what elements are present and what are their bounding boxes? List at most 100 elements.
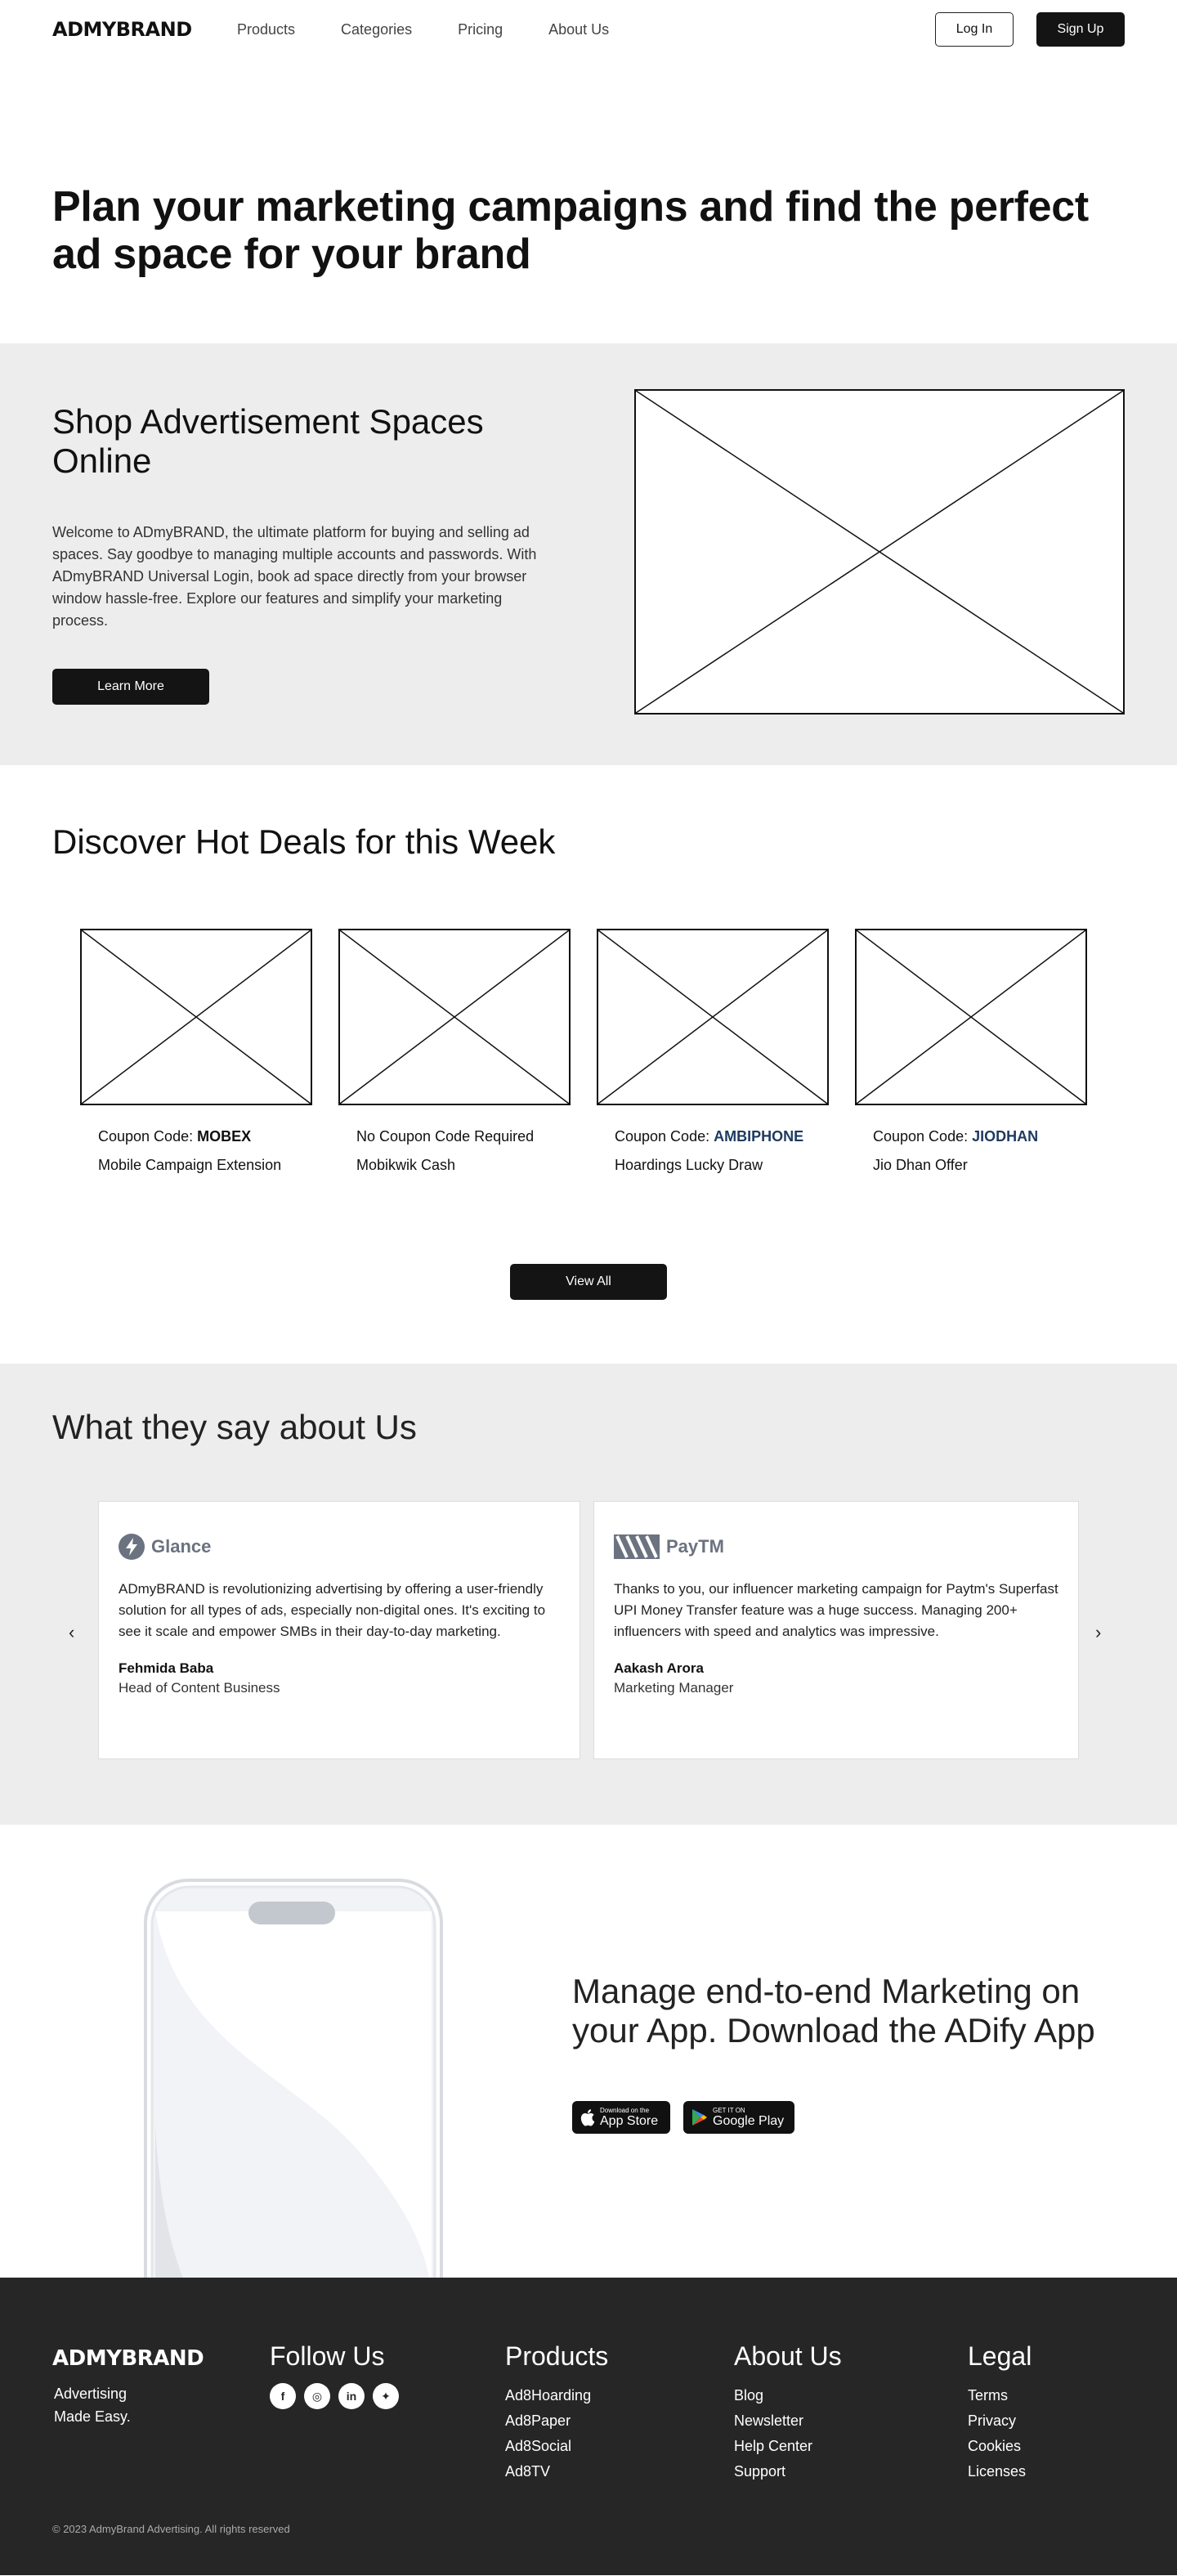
deal-coupon: Coupon Code: JIODHAN: [873, 1128, 1087, 1145]
testimonial-brand: PayTM: [614, 1533, 1058, 1561]
footer-follow-title: Follow Us: [270, 2341, 385, 2371]
testimonial-brand-name: PayTM: [666, 1536, 724, 1557]
deal-card[interactable]: Coupon Code: JIODHAN Jio Dhan Offer: [855, 929, 1087, 1174]
app-store-badge[interactable]: Download on the App Store: [572, 2101, 670, 2134]
deal-title: Mobile Campaign Extension: [98, 1157, 282, 1173]
nav-link-about-us[interactable]: About Us: [548, 21, 609, 38]
footer-link[interactable]: Help Center: [734, 2434, 842, 2459]
nav-links: Products Categories Pricing About Us: [237, 21, 609, 38]
social-links: f ◎ in ✦: [270, 2383, 399, 2409]
testimonial-role: Marketing Manager: [614, 1680, 734, 1696]
deal-coupon-code: JIODHAN: [972, 1128, 1039, 1145]
footer-link[interactable]: Cookies: [968, 2434, 1032, 2459]
testimonial-role: Head of Content Business: [119, 1680, 280, 1696]
deal-title: Mobikwik Cash: [356, 1157, 456, 1173]
appstore-small-text: Download on the: [600, 2107, 650, 2114]
testimonial-card: PayTM Thanks to you, our influencer mark…: [593, 1501, 1079, 1759]
deal-coupon: No Coupon Code Required: [356, 1128, 571, 1145]
footer-link[interactable]: Ad8Paper: [505, 2408, 608, 2434]
deal-card[interactable]: No Coupon Code Required Mobikwik Cash: [338, 929, 571, 1174]
brand-logo[interactable]: ADMYBRAND: [52, 18, 192, 41]
testimonial-brand: Glance: [119, 1533, 560, 1561]
hero-title: Plan your marketing campaigns and find t…: [52, 183, 1089, 278]
deals-section: Discover Hot Deals for this Week Coupon …: [0, 765, 1177, 1364]
footer: ADMYBRAND Advertising Made Easy. Follow …: [0, 2278, 1177, 2575]
app-title: Manage end-to-end Marketing on your App.…: [572, 1972, 1095, 2050]
footer-link[interactable]: Newsletter: [734, 2408, 842, 2434]
deals-title: Discover Hot Deals for this Week: [52, 822, 556, 861]
chevron-right-icon[interactable]: ›: [1095, 1622, 1101, 1643]
testimonials-section: What they say about Us ‹ Glance ADmyBRAN…: [0, 1364, 1177, 1825]
signup-button[interactable]: Sign Up: [1036, 12, 1125, 47]
instagram-icon[interactable]: ◎: [304, 2383, 330, 2409]
apple-icon: [580, 2109, 595, 2126]
footer-products: Products Ad8Hoarding Ad8Paper Ad8Social …: [505, 2341, 608, 2484]
shop-section: Shop Advertisement Spaces Online Welcome…: [0, 343, 1177, 765]
deal-image-placeholder: [855, 929, 1087, 1105]
deal-image-placeholder: [338, 929, 571, 1105]
deal-coupon-label: No Coupon Code Required: [356, 1128, 535, 1145]
footer-follow: Follow Us f ◎ in ✦: [270, 2341, 399, 2409]
learn-more-button[interactable]: Learn More: [52, 669, 209, 705]
deal-image-placeholder: [597, 929, 829, 1105]
google-play-badge[interactable]: GET IT ON Google Play: [683, 2101, 794, 2134]
nav-link-categories[interactable]: Categories: [341, 21, 412, 38]
footer-link[interactable]: Ad8TV: [505, 2459, 608, 2484]
phone-mockup: [144, 1879, 443, 2278]
footer-about: About Us Blog Newsletter Help Center Sup…: [734, 2341, 842, 2484]
top-nav: ADMYBRAND Products Categories Pricing Ab…: [0, 0, 1177, 59]
deal-image-placeholder: [80, 929, 312, 1105]
paytm-logo-icon: [614, 1534, 660, 1559]
view-all-button[interactable]: View All: [510, 1264, 667, 1300]
footer-legal: Legal Terms Privacy Cookies Licenses: [968, 2341, 1032, 2484]
deal-coupon: Coupon Code: AMBIPHONE: [615, 1128, 829, 1145]
app-section: Manage end-to-end Marketing on your App.…: [0, 1825, 1177, 2278]
playstore-big-text: Google Play: [713, 2114, 785, 2128]
footer-link[interactable]: Terms: [968, 2383, 1032, 2408]
deal-coupon-code: AMBIPHONE: [714, 1128, 804, 1145]
deal-card[interactable]: Coupon Code: MOBEX Mobile Campaign Exten…: [80, 929, 312, 1174]
footer-link[interactable]: Blog: [734, 2383, 842, 2408]
footer-link[interactable]: Support: [734, 2459, 842, 2484]
testimonial-author: Aakash Arora: [614, 1660, 704, 1676]
twitter-icon[interactable]: ✦: [373, 2383, 399, 2409]
footer-link[interactable]: Privacy: [968, 2408, 1032, 2434]
footer-legal-title: Legal: [968, 2341, 1032, 2371]
login-button[interactable]: Log In: [935, 12, 1014, 47]
deal-title: Jio Dhan Offer: [873, 1157, 968, 1173]
nav-link-pricing[interactable]: Pricing: [458, 21, 503, 38]
shop-description: Welcome to ADmyBRAND, the ultimate platf…: [52, 524, 537, 629]
footer-products-title: Products: [505, 2341, 609, 2371]
footer-link[interactable]: Ad8Hoarding: [505, 2383, 608, 2408]
nav-actions: Log In Sign Up: [935, 12, 1125, 47]
facebook-icon[interactable]: f: [270, 2383, 296, 2409]
deal-card[interactable]: Coupon Code: AMBIPHONE Hoardings Lucky D…: [597, 929, 829, 1174]
glance-logo-icon: [119, 1534, 145, 1560]
deal-coupon: Coupon Code: MOBEX: [98, 1128, 312, 1145]
footer-about-title: About Us: [734, 2341, 842, 2371]
testimonials-title: What they say about Us: [52, 1408, 417, 1446]
testimonial-quote: ADmyBRAND is revolutionizing advertising…: [119, 1581, 546, 1639]
footer-logo[interactable]: ADMYBRAND: [52, 2346, 204, 2371]
shop-title: Shop Advertisement Spaces Online: [52, 402, 484, 480]
testimonial-brand-name: Glance: [151, 1536, 212, 1557]
deal-title: Hoardings Lucky Draw: [615, 1157, 763, 1173]
deal-coupon-label: Coupon Code:: [873, 1128, 973, 1145]
footer-link[interactable]: Ad8Social: [505, 2434, 608, 2459]
testimonial-quote: Thanks to you, our influencer marketing …: [614, 1581, 1058, 1639]
shop-image-placeholder: [634, 389, 1125, 715]
deal-coupon-label: Coupon Code:: [615, 1128, 714, 1145]
footer-link[interactable]: Licenses: [968, 2459, 1032, 2484]
deal-coupon-code: MOBEX: [197, 1128, 252, 1145]
appstore-big-text: App Store: [600, 2114, 659, 2128]
deal-coupon-label: Coupon Code:: [98, 1128, 198, 1145]
testimonial-card: Glance ADmyBRAND is revolutionizing adve…: [98, 1501, 580, 1759]
nav-link-products[interactable]: Products: [237, 21, 295, 38]
playstore-small-text: GET IT ON: [713, 2107, 745, 2114]
google-play-icon: [692, 2109, 707, 2126]
chevron-left-icon[interactable]: ‹: [69, 1622, 74, 1643]
testimonial-author: Fehmida Baba: [119, 1660, 214, 1676]
hero-section: Plan your marketing campaigns and find t…: [0, 59, 1177, 343]
footer-tagline: Advertising Made Easy.: [54, 2386, 131, 2425]
linkedin-icon[interactable]: in: [338, 2383, 365, 2409]
